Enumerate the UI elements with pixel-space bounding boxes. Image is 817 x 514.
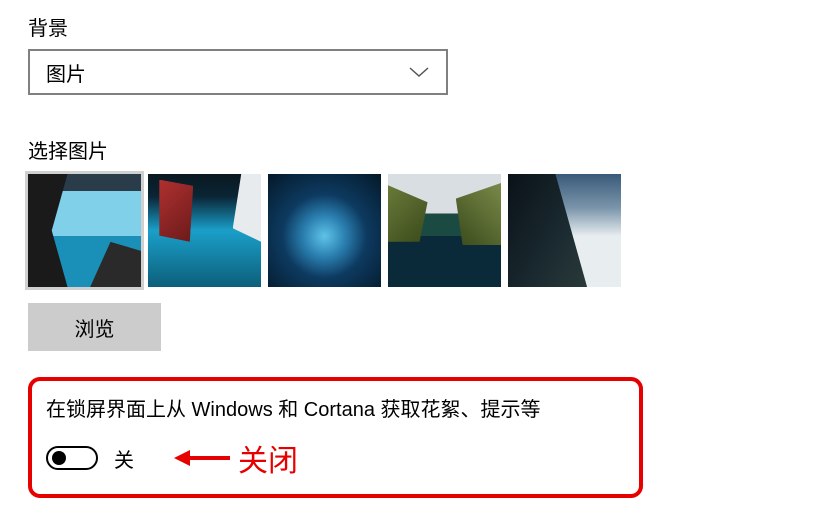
browse-button[interactable]: 浏览 bbox=[28, 303, 161, 351]
choose-picture-label: 选择图片 bbox=[28, 135, 789, 164]
picture-thumb-2[interactable] bbox=[148, 174, 261, 287]
annotation-arrow: 关闭 bbox=[174, 436, 298, 480]
background-dropdown-value: 图片 bbox=[46, 58, 86, 87]
tips-setting-title: 在锁屏界面上从 Windows 和 Cortana 获取花絮、提示等 bbox=[46, 393, 625, 422]
picture-thumb-3[interactable] bbox=[268, 174, 381, 287]
tips-toggle-state: 关 bbox=[114, 444, 134, 473]
tips-toggle-row: 关 关闭 bbox=[46, 436, 625, 480]
tips-toggle[interactable] bbox=[46, 446, 98, 470]
picture-thumbnails bbox=[28, 174, 789, 287]
picture-thumb-4[interactable] bbox=[388, 174, 501, 287]
annotation-text: 关闭 bbox=[238, 436, 298, 480]
chevron-down-icon bbox=[408, 65, 430, 79]
picture-thumb-1[interactable] bbox=[28, 174, 141, 287]
annotation-highlight-box: 在锁屏界面上从 Windows 和 Cortana 获取花絮、提示等 关 关闭 bbox=[28, 377, 643, 498]
picture-thumb-5[interactable] bbox=[508, 174, 621, 287]
arrow-left-icon bbox=[174, 448, 230, 468]
background-label: 背景 bbox=[28, 12, 789, 41]
background-dropdown[interactable]: 图片 bbox=[28, 49, 448, 95]
toggle-knob-icon bbox=[52, 451, 66, 465]
